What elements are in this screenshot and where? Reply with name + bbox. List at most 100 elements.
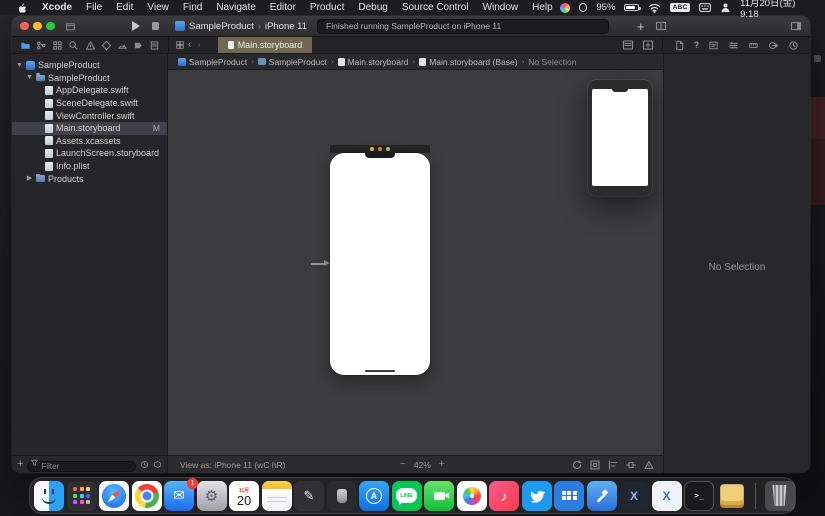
menu-edit[interactable]: Edit — [109, 0, 140, 15]
view-as-button[interactable]: View as: iPhone 11 (wC hR) — [180, 460, 286, 470]
size-inspector-icon[interactable] — [748, 40, 759, 51]
dock-calendar-icon[interactable]: 11月20 — [229, 481, 259, 511]
symbol-navigator-icon[interactable] — [52, 40, 63, 51]
add-file-button[interactable]: + — [17, 459, 23, 470]
debug-navigator-icon[interactable] — [117, 40, 128, 51]
dock-docker-icon[interactable] — [554, 481, 584, 511]
recent-files-filter-icon[interactable] — [140, 460, 149, 469]
dock-terminal-icon[interactable]: >_ — [684, 481, 714, 511]
dock-finder-icon[interactable] — [34, 481, 64, 511]
zoom-out-icon[interactable]: − — [400, 460, 406, 470]
go-back-icon[interactable]: ‹ — [185, 40, 194, 50]
thirdparty-status-icon[interactable] — [560, 3, 570, 13]
inspector-toggle-icon[interactable] — [790, 20, 802, 32]
run-button[interactable] — [132, 21, 140, 31]
add-editor-icon[interactable] — [642, 39, 654, 51]
history-inspector-icon[interactable] — [788, 40, 799, 51]
dock-utility-app-icon[interactable] — [327, 481, 357, 511]
dock-dark-x-app-icon[interactable]: X — [619, 481, 649, 511]
menu-view[interactable]: View — [140, 0, 176, 15]
tree-item-infoplist[interactable]: Info.plist — [12, 160, 167, 173]
dock-chrome-icon[interactable] — [132, 481, 162, 511]
input-source-icon[interactable]: ABC — [670, 3, 690, 12]
project-navigator-icon[interactable] — [20, 40, 31, 51]
breakpoint-navigator-icon[interactable] — [133, 40, 144, 51]
menu-help[interactable]: Help — [525, 0, 560, 15]
library-add-button[interactable]: + — [637, 20, 645, 33]
tab-main-storyboard[interactable]: Main.storyboard — [218, 37, 313, 53]
dock-launchpad-icon[interactable] — [67, 481, 97, 511]
find-navigator-icon[interactable] — [68, 40, 79, 51]
tree-item-project[interactable]: ▼ SampleProduct — [12, 59, 167, 72]
dock-safari-icon[interactable] — [99, 481, 129, 511]
user-account-icon[interactable] — [720, 2, 731, 13]
dock-notes-icon[interactable] — [262, 481, 292, 511]
dock-photos-icon[interactable] — [457, 481, 487, 511]
keyboard-icon[interactable] — [699, 3, 711, 12]
issue-navigator-icon[interactable] — [85, 40, 96, 51]
breadcrumb-storyboard-base[interactable]: Main.storyboard (Base) — [419, 57, 517, 67]
battery-icon[interactable] — [624, 4, 639, 11]
menu-app-name[interactable]: Xcode — [35, 0, 79, 15]
dock-light-x-app-icon[interactable]: X — [652, 481, 682, 511]
simulator-window[interactable] — [588, 80, 652, 196]
scene-dock[interactable] — [330, 145, 430, 153]
tree-item-products[interactable]: ▶ Products — [12, 172, 167, 185]
align-icon[interactable] — [607, 459, 619, 471]
storyboard-canvas[interactable] — [168, 70, 663, 455]
dock-pencil-app-icon[interactable]: ✎ — [294, 481, 324, 511]
tree-item-assets[interactable]: Assets.xcassets — [12, 135, 167, 148]
dock-facetime-icon[interactable] — [424, 481, 454, 511]
dock-music-icon[interactable]: ♪ — [489, 481, 519, 511]
breadcrumb-storyboard[interactable]: Main.storyboard — [338, 57, 409, 67]
menu-file[interactable]: File — [79, 0, 109, 15]
tree-item-launchscreen[interactable]: LaunchScreen.storyboard — [12, 147, 167, 160]
add-constraints-icon[interactable] — [625, 459, 637, 471]
identity-inspector-icon[interactable] — [708, 40, 719, 51]
close-window-button[interactable] — [20, 22, 29, 31]
resolve-issues-icon[interactable] — [643, 459, 655, 471]
related-items-icon[interactable] — [175, 40, 185, 50]
dock-xcode-icon[interactable] — [587, 481, 617, 511]
breadcrumb-project[interactable]: SampleProduct — [178, 57, 247, 67]
wifi-icon[interactable] — [648, 2, 661, 13]
editor-layout-icon[interactable] — [655, 20, 667, 32]
connections-inspector-icon[interactable] — [768, 40, 779, 51]
menu-source-control[interactable]: Source Control — [395, 0, 476, 15]
dock-line-icon[interactable]: LINE — [392, 481, 422, 511]
attributes-inspector-icon[interactable] — [728, 40, 739, 51]
exit-segue-icon[interactable] — [386, 147, 390, 151]
minimize-window-button[interactable] — [33, 22, 42, 31]
scheme-selector[interactable]: SampleProduct › iPhone 11 — [175, 21, 307, 32]
update-frames-icon[interactable] — [571, 459, 583, 471]
menu-editor[interactable]: Editor — [263, 0, 303, 15]
menu-navigate[interactable]: Navigate — [209, 0, 262, 15]
apple-menu-icon[interactable] — [10, 2, 35, 14]
menu-find[interactable]: Find — [176, 0, 209, 15]
menu-window[interactable]: Window — [476, 0, 526, 15]
test-navigator-icon[interactable] — [101, 40, 112, 51]
window-tab-icon[interactable] — [65, 21, 76, 32]
disclosure-open-icon[interactable]: ▼ — [26, 74, 33, 81]
source-control-navigator-icon[interactable] — [36, 40, 47, 51]
tree-item-scenedelegate[interactable]: SceneDelegate.swift — [12, 97, 167, 110]
zoom-level[interactable]: 42% — [414, 460, 431, 470]
view-controller-icon[interactable] — [370, 147, 374, 151]
embed-in-icon[interactable] — [589, 459, 601, 471]
quick-help-inspector-icon[interactable]: ? — [694, 40, 700, 50]
dock-system-preferences-icon[interactable]: ⚙ — [197, 481, 227, 511]
zoom-in-icon[interactable]: + — [439, 460, 445, 470]
go-forward-icon[interactable]: › — [194, 40, 203, 50]
report-navigator-icon[interactable] — [149, 40, 160, 51]
disclosure-open-icon[interactable]: ▼ — [16, 62, 23, 69]
dock-twitter-icon[interactable] — [522, 481, 552, 511]
tree-item-group[interactable]: ▼ SampleProduct — [12, 72, 167, 85]
zoom-window-button[interactable] — [46, 22, 55, 31]
sync-status-icon[interactable] — [579, 3, 588, 12]
menu-debug[interactable]: Debug — [351, 0, 394, 15]
breadcrumb-group[interactable]: SampleProduct — [258, 57, 327, 67]
menu-clock[interactable]: 11月20日(金) 9:18 — [740, 0, 815, 20]
navigator-filter-input[interactable] — [27, 461, 136, 472]
tree-item-appdelegate[interactable]: AppDelegate.swift — [12, 84, 167, 97]
menu-product[interactable]: Product — [303, 0, 351, 15]
